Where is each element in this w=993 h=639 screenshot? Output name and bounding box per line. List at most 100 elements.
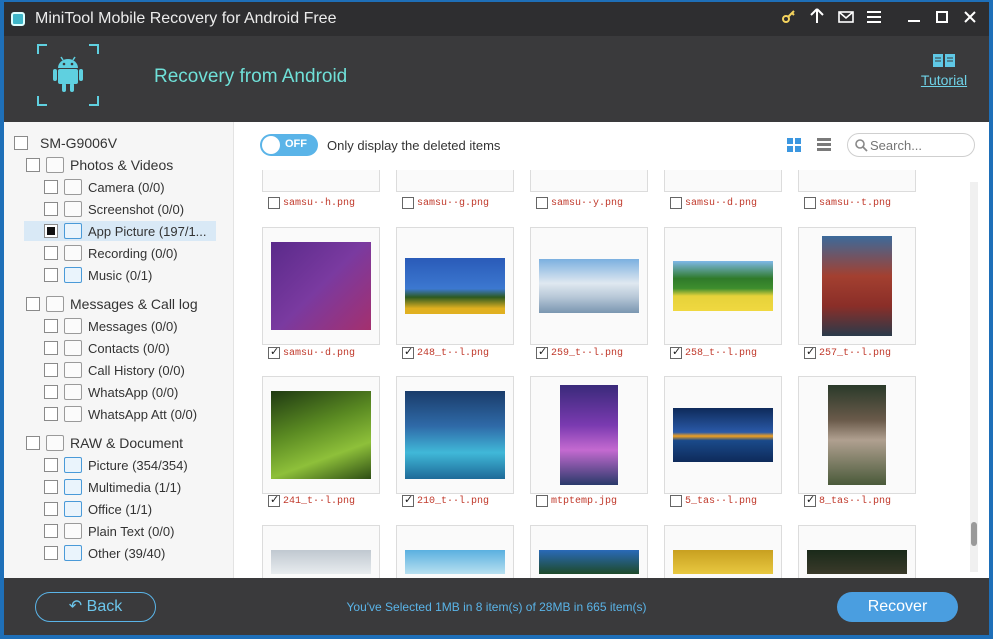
thumbnail-tile[interactable] (798, 525, 916, 578)
thumbnail-tile[interactable] (262, 227, 380, 345)
tree-item-office[interactable]: Office (1/1) (44, 499, 152, 519)
item-checkbox[interactable] (44, 546, 58, 560)
tree-item-call-history[interactable]: Call History (0/0) (44, 360, 185, 380)
file-checkbox[interactable] (268, 345, 280, 359)
file-name-row[interactable]: 5_tas··l.png (670, 494, 757, 508)
tree-item-recording[interactable]: Recording (0/0) (44, 243, 178, 263)
file-checkbox[interactable] (402, 345, 414, 359)
thumbnail-tile[interactable] (262, 525, 380, 578)
tree-item-messages[interactable]: Messages (0/0) (44, 316, 178, 336)
item-checkbox[interactable] (44, 202, 58, 216)
file-name-row[interactable]: samsu··g.png (402, 196, 489, 210)
file-checkbox[interactable] (536, 345, 548, 359)
tree-item-whatsapp-att[interactable]: WhatsApp Att (0/0) (44, 404, 197, 424)
thumbnail-tile[interactable] (396, 227, 514, 345)
recover-button[interactable]: Recover (837, 592, 958, 622)
group-checkbox[interactable] (26, 297, 40, 311)
tree-device-row[interactable]: SM-G9006V (14, 133, 117, 153)
thumbnail-tile[interactable] (530, 376, 648, 494)
list-view-icon[interactable] (817, 138, 831, 152)
item-checkbox[interactable] (44, 224, 58, 238)
minimize-icon[interactable] (903, 8, 925, 30)
tree-item-picture[interactable]: Picture (354/354) (44, 455, 188, 475)
tree-item-contacts[interactable]: Contacts (0/0) (44, 338, 170, 358)
item-checkbox[interactable] (44, 246, 58, 260)
thumbnail-tile[interactable] (262, 170, 380, 192)
file-checkbox[interactable] (536, 495, 548, 507)
thumbnail-tile[interactable] (530, 170, 648, 192)
thumbnail-tile[interactable] (798, 376, 916, 494)
tree-group-messages-call-log[interactable]: Messages & Call log (26, 294, 198, 314)
item-checkbox[interactable] (44, 319, 58, 333)
file-checkbox[interactable] (402, 493, 414, 507)
tree-group-raw-document[interactable]: RAW & Document (26, 433, 183, 453)
item-checkbox[interactable] (44, 268, 58, 282)
device-checkbox[interactable] (14, 136, 28, 150)
file-checkbox[interactable] (804, 345, 816, 359)
item-checkbox[interactable] (44, 180, 58, 194)
file-checkbox[interactable] (268, 197, 280, 209)
search-input[interactable] (870, 137, 968, 153)
item-checkbox[interactable] (44, 502, 58, 516)
file-name-row[interactable]: samsu··h.png (268, 196, 355, 210)
thumbnail-tile[interactable] (530, 227, 648, 345)
tree-item-plain-text[interactable]: Plain Text (0/0) (44, 521, 174, 541)
file-name-row[interactable]: samsu··d.png (670, 196, 757, 210)
search-box[interactable] (847, 133, 975, 157)
file-checkbox[interactable] (670, 197, 682, 209)
deleted-only-toggle[interactable]: OFF (260, 134, 318, 156)
item-checkbox[interactable] (44, 407, 58, 421)
grid-view-icon[interactable] (787, 138, 801, 152)
file-name-row[interactable]: 257_t··l.png (804, 345, 891, 360)
tree-item-screenshot[interactable]: Screenshot (0/0) (44, 199, 184, 219)
file-name-row[interactable]: samsu··d.png (268, 345, 355, 360)
file-name-row[interactable]: samsu··t.png (804, 196, 891, 210)
thumbnail-tile[interactable] (664, 227, 782, 345)
file-name-row[interactable]: samsu··y.png (536, 196, 623, 210)
upgrade-arrow-icon[interactable] (806, 8, 828, 30)
file-checkbox[interactable] (536, 197, 548, 209)
tree-item-music[interactable]: Music (0/1) (44, 265, 152, 285)
thumbnail-tile[interactable] (664, 525, 782, 578)
thumbnail-tile[interactable] (664, 376, 782, 494)
thumbnail-tile[interactable] (396, 525, 514, 578)
file-checkbox[interactable] (670, 345, 682, 359)
tree-item-other[interactable]: Other (39/40) (44, 543, 165, 563)
maximize-icon[interactable] (931, 8, 953, 30)
tree-item-app-picture[interactable]: App Picture (197/1... (24, 221, 216, 241)
file-checkbox[interactable] (804, 493, 816, 507)
grid-scrollbar[interactable] (970, 182, 978, 572)
tree-item-camera[interactable]: Camera (0/0) (44, 177, 165, 197)
mail-icon[interactable] (835, 8, 857, 30)
file-name-row[interactable]: 248_t··l.png (402, 345, 489, 360)
item-checkbox[interactable] (44, 363, 58, 377)
file-name-row[interactable]: 8_tas··l.png (804, 493, 891, 508)
item-checkbox[interactable] (44, 385, 58, 399)
thumbnail-tile[interactable] (530, 525, 648, 578)
thumbnail-tile[interactable] (798, 227, 916, 345)
file-name-row[interactable]: mtptemp.jpg (536, 494, 617, 508)
thumbnail-tile[interactable] (798, 170, 916, 192)
close-icon[interactable] (959, 8, 981, 30)
tree-item-whatsapp[interactable]: WhatsApp (0/0) (44, 382, 178, 402)
key-icon[interactable] (778, 8, 800, 30)
item-checkbox[interactable] (44, 524, 58, 538)
thumbnail-tile[interactable] (396, 170, 514, 192)
menu-icon[interactable] (863, 8, 885, 30)
file-checkbox[interactable] (268, 493, 280, 507)
thumbnail-tile[interactable] (664, 170, 782, 192)
tree-item-multimedia[interactable]: Multimedia (1/1) (44, 477, 181, 497)
file-checkbox[interactable] (670, 495, 682, 507)
file-name-row[interactable]: 259_t··l.png (536, 345, 623, 360)
file-name-row[interactable]: 241_t··l.png (268, 493, 355, 508)
item-checkbox[interactable] (44, 341, 58, 355)
file-checkbox[interactable] (804, 197, 816, 209)
scrollbar-thumb[interactable] (971, 522, 977, 546)
tree-group-photos-videos[interactable]: Photos & Videos (26, 155, 173, 175)
file-checkbox[interactable] (402, 197, 414, 209)
file-name-row[interactable]: 210_t··l.png (402, 493, 489, 508)
file-name-row[interactable]: 258_t··l.png (670, 345, 757, 360)
group-checkbox[interactable] (26, 158, 40, 172)
item-checkbox[interactable] (44, 480, 58, 494)
tutorial-link[interactable]: Tutorial (916, 52, 972, 90)
